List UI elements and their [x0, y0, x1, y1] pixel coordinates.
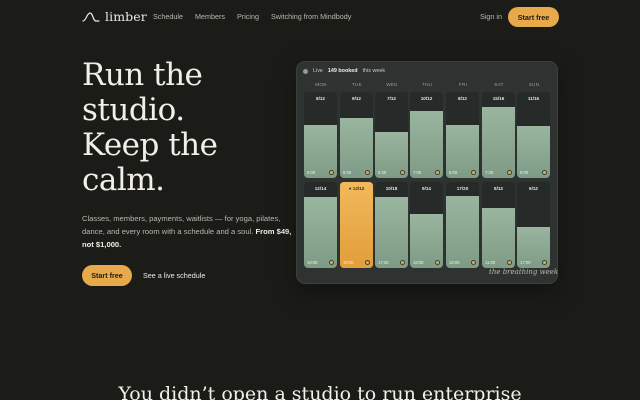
day-label-fri: FRI — [458, 82, 468, 87]
class-slot-sun-2[interactable]: 6/12 17:00 — [517, 182, 550, 268]
hero-start-free-button[interactable]: Start free — [82, 265, 132, 286]
class-slot-wed-1[interactable]: 7/12 6:30 — [375, 92, 408, 178]
instructor-avatar-icon — [400, 170, 405, 175]
sign-in-link[interactable]: Sign in — [480, 12, 502, 21]
slot-capacity: 17/20 — [456, 186, 469, 191]
class-slot-thu-2[interactable]: 9/14 18:00 — [410, 182, 443, 268]
instructor-avatar-icon — [329, 260, 334, 265]
instructor-avatar-icon — [507, 170, 512, 175]
headline-line-2: studio. — [82, 92, 185, 128]
slot-capacity: 6/12 — [529, 186, 538, 191]
slot-time: 18:00 — [413, 260, 424, 265]
class-slot-tue-2[interactable]: ● 12/12 18:00 — [340, 182, 373, 268]
day-label-wed: WED — [386, 82, 398, 87]
nav-link-switching[interactable]: Switching from Mindbody — [271, 12, 351, 21]
slot-time: 9:00 — [520, 170, 529, 175]
instructor-avatar-icon — [435, 170, 440, 175]
wave-logo-icon — [82, 11, 100, 22]
class-slot-wed-2[interactable]: 10/18 17:30 — [375, 182, 408, 268]
class-slot-tue-1[interactable]: 9/12 6:00 — [340, 92, 373, 178]
schedule-widget: Live 149 booked this week MON TUE WED THU FR… — [296, 61, 558, 284]
widget-caption: the breathing week — [489, 268, 559, 276]
class-slot-thu-1[interactable]: 10/12 7:00 — [410, 92, 443, 178]
brand-name: limber — [105, 9, 147, 24]
period-label: this week — [362, 68, 386, 74]
live-label: Live — [313, 68, 323, 74]
slot-time: 6:30 — [378, 170, 387, 175]
slot-time: 6:00 — [307, 170, 316, 175]
logo[interactable]: limber — [82, 9, 147, 24]
class-slot-sat-1[interactable]: 15/16 7:30 — [482, 92, 515, 178]
class-slot-mon-2[interactable]: 12/14 18:00 — [304, 182, 337, 268]
hero-headline: Run the studio. Keep the calm. — [82, 58, 282, 198]
instructor-avatar-icon — [542, 260, 547, 265]
hero-subtext-body: Classes, members, payments, waitlists — … — [82, 214, 281, 236]
headline-line-1: Run the — [82, 57, 203, 93]
slot-capacity: 11/16 — [527, 96, 540, 101]
instructor-avatar-icon — [329, 170, 334, 175]
slot-time: 11:00 — [485, 260, 496, 265]
see-live-schedule-link[interactable]: See a live schedule — [143, 271, 205, 280]
day-label-mon: MON — [315, 82, 327, 87]
capacity-fill — [340, 117, 373, 178]
instructor-avatar-icon — [471, 260, 476, 265]
capacity-fill — [446, 195, 479, 268]
slot-time: 17:00 — [520, 260, 531, 265]
slot-time: 18:00 — [343, 260, 354, 265]
headline-line-4: calm. — [82, 162, 165, 198]
day-label-sat: SAT — [494, 82, 504, 87]
capacity-fill — [340, 182, 373, 268]
widget-header: Live 149 booked this week — [303, 68, 385, 74]
slot-capacity: 9/14 — [422, 186, 431, 191]
instructor-avatar-icon — [542, 170, 547, 175]
slot-time: 7:00 — [413, 170, 422, 175]
slot-capacity: ● 12/12 — [348, 186, 365, 191]
instructor-avatar-icon — [400, 260, 405, 265]
slot-capacity: 12/14 — [314, 186, 327, 191]
class-slot-fri-1[interactable]: 8/12 6:00 — [446, 92, 479, 178]
booked-count: 149 booked — [327, 68, 358, 74]
slot-capacity: 7/12 — [387, 96, 396, 101]
nav-start-free-button[interactable]: Start free — [508, 7, 559, 27]
slot-time: 6:00 — [449, 170, 458, 175]
slot-time: 17:30 — [378, 260, 389, 265]
slot-capacity: 8/12 — [316, 96, 325, 101]
day-label-sun: SUN — [528, 82, 540, 87]
class-slot-sun-1[interactable]: 11/16 9:00 — [517, 92, 550, 178]
capacity-fill — [482, 207, 515, 268]
instructor-avatar-icon — [507, 260, 512, 265]
capacity-fill — [375, 197, 408, 268]
slot-capacity: 8/12 — [494, 186, 503, 191]
slot-capacity: 10/12 — [420, 96, 433, 101]
live-dot-icon — [303, 68, 308, 74]
class-slot-mon-1[interactable]: 8/12 6:00 — [304, 92, 337, 178]
day-label-thu: THU — [421, 82, 433, 87]
slot-capacity: 10/18 — [385, 186, 398, 191]
capacity-fill — [410, 110, 443, 178]
section-heading: You didn’t open a studio to run enterpri… — [118, 383, 522, 400]
nav-link-schedule[interactable]: Schedule — [153, 12, 183, 21]
top-nav: limber Schedule Members Pricing Switchin… — [0, 0, 640, 34]
instructor-avatar-icon — [471, 170, 476, 175]
nav-link-pricing[interactable]: Pricing — [237, 12, 259, 21]
hero-subtext: Classes, members, payments, waitlists — … — [82, 212, 302, 251]
instructor-avatar-icon — [365, 170, 370, 175]
instructor-avatar-icon — [365, 260, 370, 265]
slot-time: 18:00 — [307, 260, 318, 265]
slot-capacity: 15/16 — [492, 96, 505, 101]
slot-time: 6:00 — [343, 170, 352, 175]
slot-time: 18:00 — [449, 260, 460, 265]
capacity-fill — [482, 107, 515, 178]
capacity-fill — [304, 197, 337, 268]
headline-line-3: Keep the — [82, 127, 218, 163]
nav-link-members[interactable]: Members — [195, 12, 225, 21]
slot-time: 7:30 — [485, 170, 494, 175]
slot-capacity: 9/12 — [352, 96, 361, 101]
class-slot-sat-2[interactable]: 8/12 11:00 — [482, 182, 515, 268]
instructor-avatar-icon — [435, 260, 440, 265]
day-label-tue: TUE — [351, 82, 363, 87]
slot-capacity: 8/12 — [458, 96, 467, 101]
class-slot-fri-2[interactable]: 17/20 18:00 — [446, 182, 479, 268]
